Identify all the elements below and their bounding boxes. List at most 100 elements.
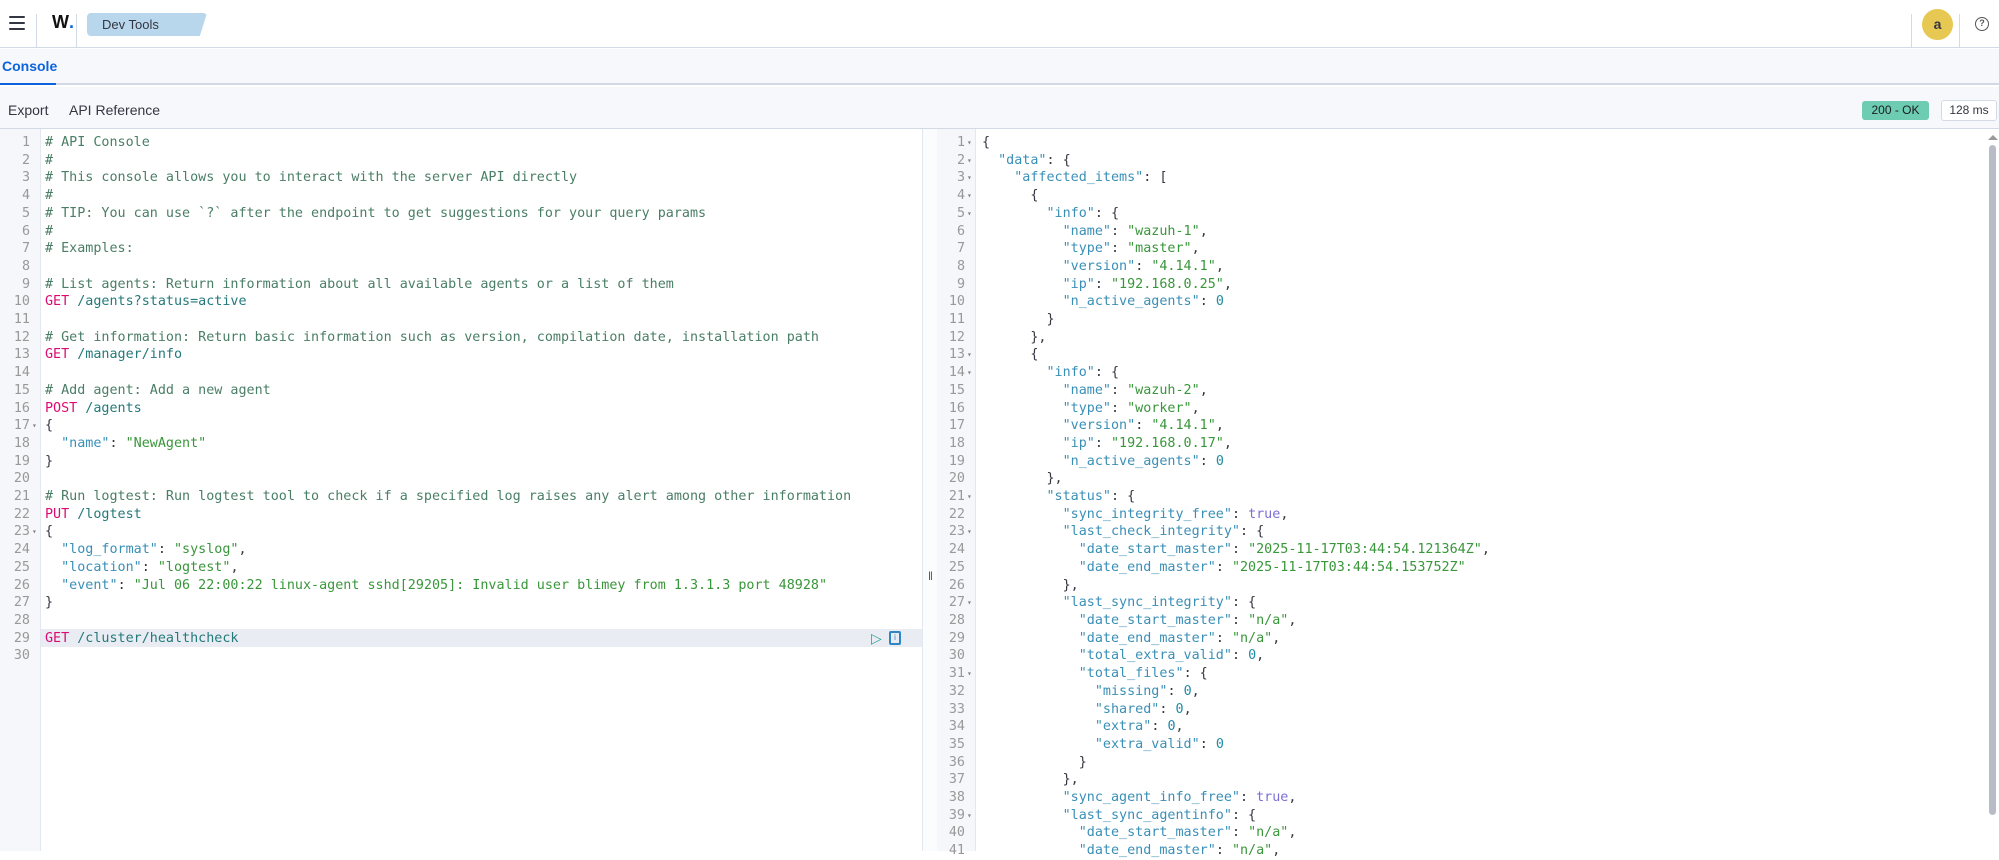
logo-text: W [52, 12, 69, 32]
code-line: # [45, 223, 54, 239]
avatar[interactable]: a [1922, 9, 1953, 40]
code-line: # Get information: Return basic informat… [45, 329, 819, 345]
tab-console[interactable]: Console [2, 58, 57, 74]
code-line: # Add agent: Add a new agent [45, 382, 271, 398]
code-line: "name": "NewAgent" [61, 435, 207, 451]
line-number: 20 [948, 471, 965, 487]
line-number: 13 ▾ [948, 347, 972, 363]
line-number: 4 ▾ [956, 188, 972, 204]
line-number: 19 [948, 453, 965, 469]
line-number: 36 [948, 754, 965, 770]
fold-arrow-icon[interactable]: ▾ [967, 807, 972, 825]
line-number: 5 [21, 205, 30, 221]
logo[interactable]: W. [52, 12, 74, 33]
fold-arrow-icon[interactable]: ▾ [967, 346, 972, 364]
fold-arrow-icon[interactable]: ▾ [32, 523, 37, 541]
response-line-numbers: 1 ▾ 2 ▾ 3 ▾ 4 ▾ 5 ▾ 6 7 8 9 10 11 12 13 ▾ 14 ▾ 15 16 17 18 19 20 21… [937, 134, 972, 860]
code-line: # List agents: Return information about … [45, 276, 674, 292]
breadcrumb-dev-tools[interactable]: Dev Tools [87, 13, 207, 36]
code-line: "date_start_master": "n/a", [1078, 612, 1297, 628]
fold-arrow-icon[interactable]: ▾ [967, 488, 972, 506]
book-icon[interactable]: i [889, 631, 901, 645]
code-line: "affected_items": [ [1014, 170, 1168, 186]
line-number: 18 [13, 435, 30, 451]
line-number: 18 [948, 435, 965, 451]
code-line: "ip": "192.168.0.17", [1062, 435, 1232, 451]
code-line: "name": "wazuh-1", [1062, 223, 1208, 239]
code-line: "sync_agent_info_free": true, [1062, 790, 1297, 806]
line-number: 6 [956, 223, 965, 239]
fold-arrow-icon[interactable]: ▾ [967, 523, 972, 541]
code-line: "shared": 0, [1094, 701, 1192, 717]
line-number: 13 [13, 347, 30, 363]
code-line: GET /cluster/healthcheck [45, 630, 239, 646]
line-number: 12 [948, 329, 965, 345]
fold-arrow-icon[interactable]: ▾ [967, 152, 972, 170]
response-scrollbar[interactable] [1989, 145, 1996, 815]
line-number: 17 ▾ [13, 418, 37, 434]
line-number: 9 [956, 276, 965, 292]
fold-arrow-icon[interactable]: ▾ [967, 364, 972, 382]
line-number: 28 [13, 612, 30, 628]
fold-arrow-icon[interactable]: ▾ [967, 169, 972, 187]
code-line: "info": { [1046, 365, 1120, 381]
fold-arrow-icon[interactable]: ▾ [967, 665, 972, 683]
code-line: # This console allows you to interact wi… [45, 170, 578, 186]
line-number: 26 [13, 577, 30, 593]
line-number: 34 [948, 719, 965, 735]
api-reference-link[interactable]: API Reference [69, 102, 160, 118]
line-number: 21 [13, 489, 30, 505]
code-line: { [982, 188, 1039, 204]
line-number: 7 [21, 241, 30, 257]
code-line: }, [982, 772, 1079, 788]
line-number: 31 ▾ [948, 666, 972, 682]
code-line: # Examples: [45, 241, 134, 257]
fold-arrow-icon[interactable]: ▾ [967, 187, 972, 205]
code-line: GET /manager/info [45, 347, 183, 363]
code-line: } [982, 754, 1087, 770]
divider [36, 14, 37, 48]
code-line: "type": "master", [1062, 241, 1200, 257]
line-number: 14 ▾ [948, 365, 972, 381]
code-line: } [45, 453, 54, 469]
line-number: 19 [13, 453, 30, 469]
fold-arrow-icon[interactable]: ▾ [967, 205, 972, 223]
line-number: 23 ▾ [948, 524, 972, 540]
code-line: }, [982, 577, 1079, 593]
play-icon[interactable]: ▷ [871, 630, 882, 647]
code-line: } [982, 312, 1055, 328]
line-number: 16 [948, 400, 965, 416]
line-number: 9 [21, 276, 30, 292]
fold-arrow-icon[interactable]: ▾ [32, 417, 37, 435]
pane-resize-handle[interactable]: ‖ [922, 129, 937, 851]
code-line: # Run logtest: Run logtest tool to check… [45, 489, 852, 505]
line-number: 30 [948, 648, 965, 664]
code-line: } [45, 595, 54, 611]
line-number: 22 [948, 506, 965, 522]
fold-arrow-icon[interactable]: ▾ [967, 134, 972, 152]
help-icon[interactable]: ? [1975, 17, 1989, 31]
divider [76, 14, 77, 48]
line-number: 5 ▾ [956, 205, 972, 221]
line-number: 2 ▾ [956, 152, 972, 168]
export-button[interactable]: Export [8, 102, 48, 118]
code-line: { [45, 418, 54, 434]
line-number: 24 [13, 542, 30, 558]
line-number: 22 [13, 506, 30, 522]
request-editor[interactable]: # API Console # # This console allows you … [45, 134, 851, 665]
code-line: "log_format": "syslog", [61, 542, 247, 558]
code-line: "version": "4.14.1", [1062, 258, 1224, 274]
divider [1959, 14, 1960, 48]
line-number: 8 [21, 258, 30, 274]
line-number: 39 ▾ [948, 807, 972, 823]
scroll-up-arrow-icon[interactable] [1988, 135, 1998, 140]
code-line: }, [982, 471, 1063, 487]
code-line: "last_sync_integrity": { [1062, 595, 1257, 611]
hamburger-icon[interactable] [9, 16, 25, 30]
code-line: "date_end_master": "2025-11-17T03:44:54.… [1078, 559, 1466, 575]
fold-arrow-icon[interactable]: ▾ [967, 594, 972, 612]
code-line: # [45, 152, 54, 168]
response-time-badge: 128 ms [1941, 100, 1997, 121]
tab-bar: Console [0, 49, 1999, 85]
code-line: "location": "logtest", [61, 559, 239, 575]
